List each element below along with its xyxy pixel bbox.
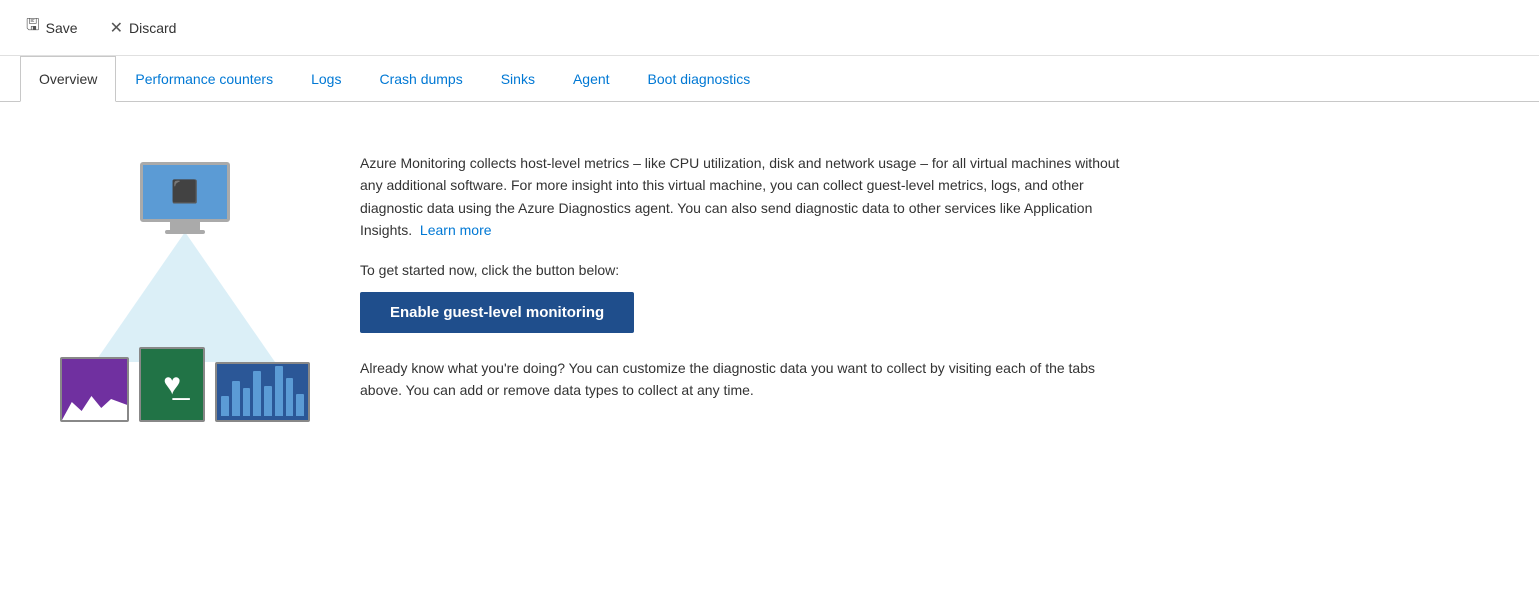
panel-blue-bars xyxy=(215,362,310,422)
bar-5 xyxy=(264,386,272,416)
heart-icon: ♥̲ xyxy=(163,368,181,402)
monitor-base xyxy=(165,230,205,234)
text-content: Azure Monitoring collects host-level met… xyxy=(360,142,1140,401)
cube-icon: ⬛ xyxy=(171,179,198,205)
get-started-text: To get started now, click the button bel… xyxy=(360,262,1140,278)
enable-monitoring-button[interactable]: Enable guest-level monitoring xyxy=(360,292,634,333)
customize-text: Already know what you're doing? You can … xyxy=(360,357,1140,402)
tabs-bar: Overview Performance counters Logs Crash… xyxy=(0,56,1539,102)
bar-4 xyxy=(253,371,261,416)
bar-1 xyxy=(221,396,229,416)
tab-performance-counters[interactable]: Performance counters xyxy=(116,56,292,102)
discard-icon: ✕ xyxy=(110,18,123,38)
beam-shape xyxy=(95,232,275,362)
panel-purple xyxy=(60,357,129,422)
bottom-panels: ♥̲ xyxy=(60,347,310,422)
save-button[interactable]: 🖫 Save xyxy=(20,10,84,45)
tab-overview[interactable]: Overview xyxy=(20,56,116,102)
bar-7 xyxy=(286,378,294,416)
save-label: Save xyxy=(46,20,78,36)
bar-8 xyxy=(296,394,304,416)
tab-crash-dumps[interactable]: Crash dumps xyxy=(360,56,481,102)
monitor-stand xyxy=(170,222,200,230)
save-icon: 🖫 xyxy=(26,14,40,41)
tab-boot-diagnostics[interactable]: Boot diagnostics xyxy=(629,56,770,102)
panel-green: ♥̲ xyxy=(139,347,205,422)
description-paragraph: Azure Monitoring collects host-level met… xyxy=(360,152,1140,242)
bar-6 xyxy=(275,366,283,416)
toolbar: 🖫 Save ✕ Discard xyxy=(0,0,1539,56)
bar-2 xyxy=(232,381,240,416)
discard-label: Discard xyxy=(129,20,176,36)
monitor-screen: ⬛ xyxy=(140,162,230,222)
tab-logs[interactable]: Logs xyxy=(292,56,360,102)
bar-3 xyxy=(243,388,251,416)
monitor-illustration: ⬛ xyxy=(140,162,230,237)
discard-button[interactable]: ✕ Discard xyxy=(104,14,183,42)
main-content: ⬛ ♥̲ xyxy=(0,102,1539,462)
tab-agent[interactable]: Agent xyxy=(554,56,629,102)
illustration: ⬛ ♥̲ xyxy=(60,142,310,422)
learn-more-link[interactable]: Learn more xyxy=(420,222,492,238)
tab-sinks[interactable]: Sinks xyxy=(482,56,554,102)
